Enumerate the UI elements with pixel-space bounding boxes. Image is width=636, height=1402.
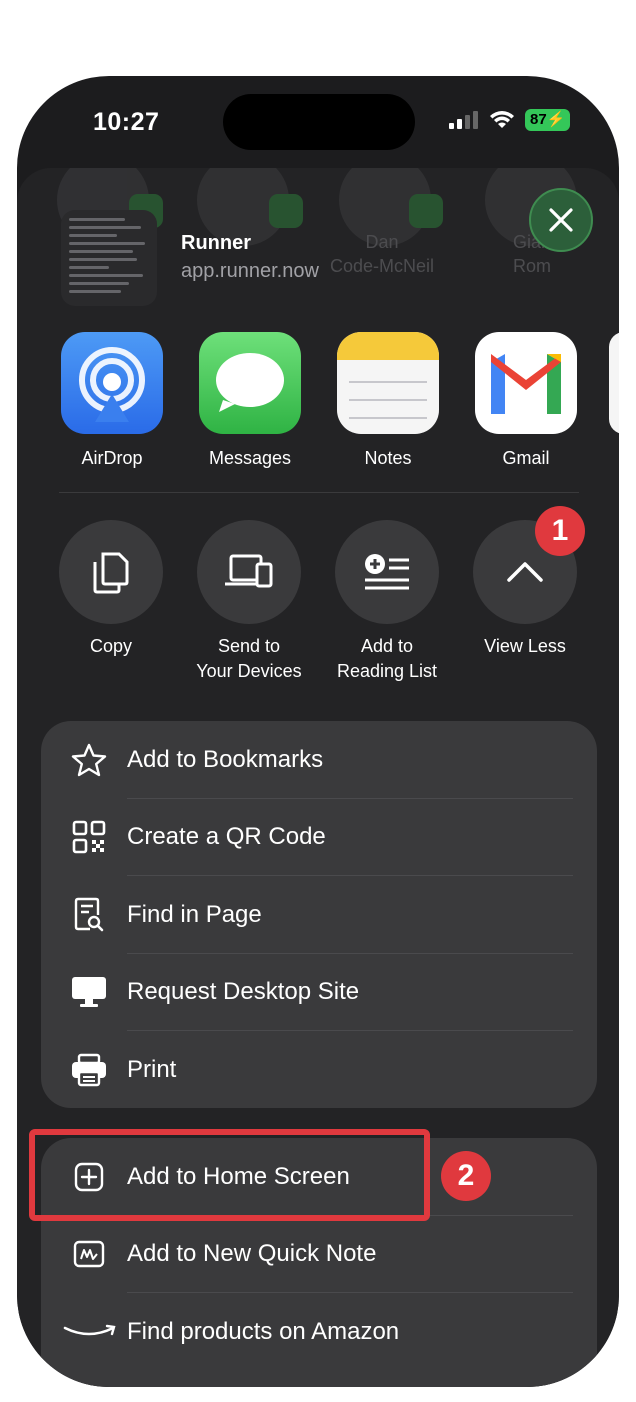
airdrop-label: AirDrop	[81, 448, 143, 468]
battery-indicator: 87⚡	[525, 109, 571, 131]
request-desktop-site-item[interactable]: Request Desktop Site	[41, 954, 597, 1031]
menu-group-extensions: Add to Home Screen Add to New Quick Note	[41, 1138, 597, 1387]
view-less-label: View Less	[484, 636, 566, 656]
close-icon	[549, 208, 573, 232]
menu-item-label: Create a QR Code	[127, 823, 326, 851]
devices-icon	[225, 554, 273, 588]
create-qr-code-item[interactable]: Create a QR Code	[41, 799, 597, 876]
notes-label: Notes	[364, 448, 412, 468]
status-indicators: 87⚡	[449, 106, 571, 134]
dynamic-island	[223, 94, 415, 150]
find-in-page-icon	[69, 895, 109, 935]
signal-icon	[449, 111, 478, 129]
reading-list-label: Add to Reading List	[336, 636, 438, 681]
status-time: 10:27	[93, 108, 160, 136]
quick-note-icon	[69, 1234, 109, 1274]
airdrop-app-button[interactable]	[61, 332, 163, 434]
add-to-home-screen-item[interactable]: Add to Home Screen	[41, 1138, 597, 1216]
airdrop-icon	[79, 347, 145, 422]
callout-badge-1: 1	[535, 506, 585, 556]
phone-frame: 10:27 87⚡ Dan Code-McNeil Gian Rom Runne…	[17, 76, 619, 1387]
menu-item-label: Find products on Amazon	[127, 1317, 400, 1345]
more-app-button[interactable]	[609, 332, 619, 434]
messages-icon	[216, 353, 284, 412]
print-item[interactable]: Print	[41, 1031, 597, 1108]
shared-app-url: app.runner.now	[181, 260, 319, 282]
menu-group-page-actions: Add to Bookmarks Create a QR Code Find i…	[41, 721, 597, 1108]
contact-name: Dan Code-McNeil	[329, 232, 435, 276]
amazon-icon	[63, 1312, 117, 1352]
close-button[interactable]	[529, 188, 593, 252]
wifi-icon	[490, 111, 514, 128]
send-to-devices-button[interactable]	[197, 520, 301, 624]
star-icon	[69, 740, 109, 780]
printer-icon	[69, 1050, 109, 1090]
copy-button[interactable]	[59, 520, 163, 624]
menu-item-label: Add to Home Screen	[127, 1162, 350, 1190]
qr-code-icon	[69, 817, 109, 857]
gmail-label: Gmail	[502, 448, 550, 468]
page-thumbnail	[61, 210, 157, 306]
copy-label: Copy	[89, 636, 133, 656]
plus-square-icon	[69, 1157, 109, 1197]
menu-item-label: Add to New Quick Note	[127, 1240, 377, 1268]
gmail-app-button[interactable]	[475, 332, 577, 434]
contact-app-badge	[269, 194, 303, 228]
shared-app-name: Runner	[181, 232, 251, 254]
notes-app-button[interactable]	[337, 332, 439, 434]
add-to-bookmarks-item[interactable]: Add to Bookmarks	[41, 721, 597, 799]
menu-item-label: Request Desktop Site	[127, 978, 360, 1006]
charging-bolt-icon: ⚡	[546, 111, 566, 128]
add-to-quick-note-item[interactable]: Add to New Quick Note	[41, 1216, 597, 1293]
share-sheet: Dan Code-McNeil Gian Rom Runner app.runn…	[17, 168, 619, 1387]
send-to-devices-label: Send to Your Devices	[196, 636, 302, 681]
notes-icon	[337, 332, 439, 419]
desktop-icon	[69, 972, 109, 1012]
battery-level: 87	[530, 111, 547, 128]
callout-badge-2: 2	[441, 1151, 491, 1201]
chevron-up-icon	[507, 562, 543, 582]
messages-label: Messages	[208, 448, 292, 468]
gmail-icon	[491, 354, 561, 414]
find-products-amazon-item[interactable]: Find products on Amazon	[41, 1293, 597, 1371]
add-to-reading-list-button[interactable]	[335, 520, 439, 624]
reading-list-icon	[365, 554, 409, 590]
divider	[59, 492, 579, 493]
menu-item-label: Find in Page	[127, 900, 262, 928]
contact-app-badge	[409, 194, 443, 228]
menu-item-label: Print	[127, 1055, 177, 1083]
copy-icon	[93, 552, 129, 594]
find-in-page-item[interactable]: Find in Page	[41, 876, 597, 954]
menu-item-label: Add to Bookmarks	[127, 745, 324, 773]
messages-app-button[interactable]	[199, 332, 301, 434]
